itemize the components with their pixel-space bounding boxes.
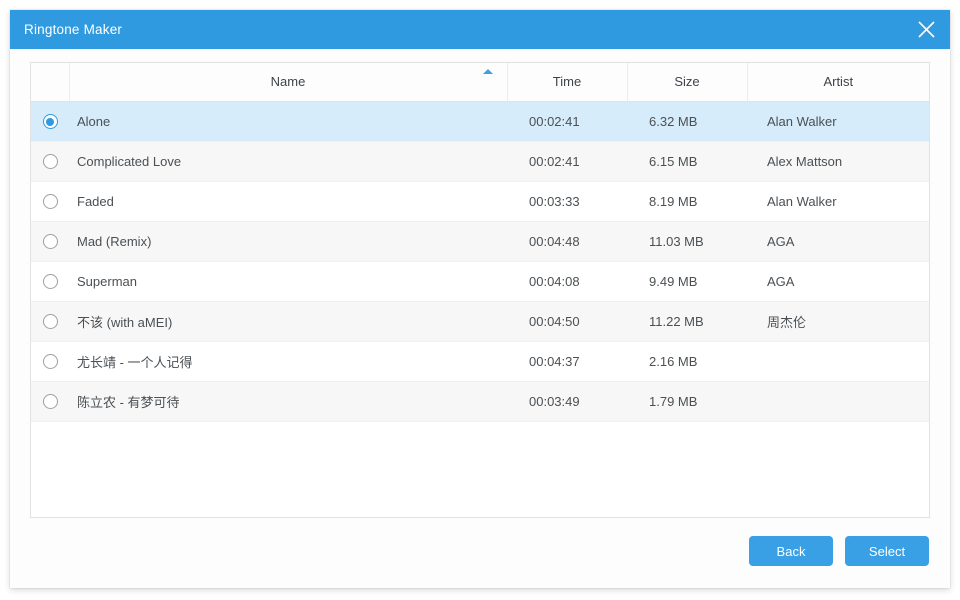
column-header-artist[interactable]: Artist — [747, 63, 929, 102]
radio-button[interactable] — [42, 274, 58, 290]
cell-time-value: 00:04:50 — [507, 301, 627, 342]
cell-size-value: 11.03 MB — [627, 221, 747, 262]
column-header-size[interactable]: Size — [627, 63, 748, 102]
cell-size-value: 8.19 MB — [627, 181, 747, 222]
radio-button[interactable] — [42, 234, 58, 250]
cell-size-value: 9.49 MB — [627, 261, 747, 302]
page-root: Ringtone Maker Name Time Size Artist Alo… — [0, 0, 960, 600]
cell-name-value: 陈立农 - 有梦可待 — [69, 381, 507, 422]
back-button[interactable]: Back — [749, 536, 833, 566]
cell-time-value: 00:03:49 — [507, 381, 627, 422]
cell-time-value: 00:02:41 — [507, 101, 627, 142]
cell-size-value: 1.79 MB — [627, 381, 747, 422]
cell-artist-value — [747, 341, 929, 382]
ringtone-maker-dialog: Ringtone Maker Name Time Size Artist Alo… — [10, 10, 950, 588]
row-select-cell[interactable] — [31, 141, 69, 182]
cell-size-value: 6.32 MB — [627, 101, 747, 142]
cell-size-value: 2.16 MB — [627, 341, 747, 382]
cell-time-value: 00:04:37 — [507, 341, 627, 382]
cell-name-value: Alone — [69, 101, 507, 142]
cell-artist-value: Alan Walker — [747, 101, 929, 142]
radio-button[interactable] — [42, 354, 58, 370]
row-select-cell[interactable] — [31, 301, 69, 342]
cell-name-value: Complicated Love — [69, 141, 507, 182]
column-header-time[interactable]: Time — [507, 63, 628, 102]
table-row[interactable]: 不该 (with aMEI) 00:04:50 11.22 MB 周杰伦 — [31, 301, 929, 342]
radio-button[interactable] — [42, 114, 58, 130]
table-row[interactable]: Complicated Love 00:02:41 6.15 MB Alex Matt… — [31, 141, 929, 182]
column-header-name-label: Name — [270, 74, 306, 90]
cell-name-value: Mad (Remix) — [69, 221, 507, 262]
radio-button[interactable] — [42, 394, 58, 410]
cell-size-value: 11.22 MB — [627, 301, 747, 342]
file-list-table: Name Time Size Artist Alone 00:02:41 6.3… — [31, 63, 929, 422]
cell-artist-value: Alex Mattson — [747, 141, 929, 182]
row-select-cell[interactable] — [31, 381, 69, 422]
cell-artist-value: Alan Walker — [747, 181, 929, 222]
row-select-cell[interactable] — [31, 181, 69, 222]
cell-name-value: 尤长靖 - 一个人记得 — [69, 341, 507, 382]
table-row[interactable]: 尤长靖 - 一个人记得 00:04:37 2.16 MB — [31, 341, 929, 382]
table-header-row: Name Time Size Artist — [31, 63, 929, 102]
column-header-time-label: Time — [552, 74, 582, 90]
row-select-cell[interactable] — [31, 261, 69, 302]
table-row[interactable]: Faded 00:03:33 8.19 MB Alan Walker — [31, 181, 929, 222]
cell-size-value: 6.15 MB — [627, 141, 747, 182]
caret-up-icon — [482, 69, 493, 74]
cell-name-value: 不该 (with aMEI) — [69, 301, 507, 342]
dialog-footer: Back Select — [30, 518, 930, 584]
column-header-select — [31, 63, 70, 102]
table-header: Name Time Size Artist — [31, 63, 929, 102]
column-header-size-label: Size — [674, 74, 700, 90]
cell-time-value: 00:03:33 — [507, 181, 627, 222]
table-row[interactable]: Superman 00:04:08 9.49 MB AGA — [31, 261, 929, 302]
row-select-cell[interactable] — [31, 221, 69, 262]
select-button[interactable]: Select — [845, 536, 929, 566]
cell-name-value: Superman — [69, 261, 507, 302]
table-row[interactable]: Mad (Remix) 00:04:48 11.03 MB AGA — [31, 221, 929, 262]
row-select-cell[interactable] — [31, 341, 69, 382]
row-select-cell[interactable] — [31, 101, 69, 142]
cell-time-value: 00:02:41 — [507, 141, 627, 182]
window-title: Ringtone Maker — [24, 21, 123, 37]
cell-artist-value: AGA — [747, 261, 929, 302]
cell-name-value: Faded — [69, 181, 507, 222]
column-header-artist-label: Artist — [823, 74, 854, 90]
dialog-titlebar: Ringtone Maker — [10, 10, 950, 49]
cell-time-value: 00:04:08 — [507, 261, 627, 302]
column-header-name[interactable]: Name — [69, 63, 508, 102]
radio-button[interactable] — [42, 314, 58, 330]
radio-button[interactable] — [42, 154, 58, 170]
cell-artist-value: AGA — [747, 221, 929, 262]
close-icon[interactable] — [902, 10, 950, 49]
table-row[interactable]: Alone 00:02:41 6.32 MB Alan Walker — [31, 101, 929, 142]
table-body: Alone 00:02:41 6.32 MB Alan Walker Complicat… — [31, 101, 929, 422]
cell-artist-value: 周杰伦 — [747, 301, 929, 342]
cell-artist-value — [747, 381, 929, 422]
dialog-body: Name Time Size Artist Alone 00:02:41 6.3… — [10, 49, 950, 588]
radio-button[interactable] — [42, 194, 58, 210]
cell-time-value: 00:04:48 — [507, 221, 627, 262]
file-list-panel: Name Time Size Artist Alone 00:02:41 6.3… — [30, 62, 930, 518]
table-row[interactable]: 陈立农 - 有梦可待 00:03:49 1.79 MB — [31, 381, 929, 422]
